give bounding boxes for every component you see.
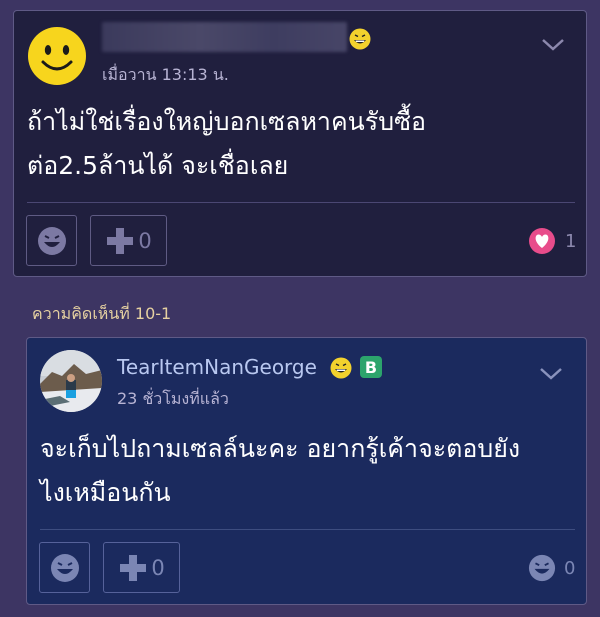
username-redacted <box>102 22 347 52</box>
heart-icon <box>529 228 555 254</box>
smiley-reaction-icon <box>37 226 66 255</box>
chevron-down-icon[interactable] <box>539 366 563 385</box>
comment-card-2: TearItemNanGeorge B 23 ชั่วโมงที่แล้ว จะ… <box>26 337 587 605</box>
smiley-reaction-icon <box>50 553 79 582</box>
emotion-button[interactable] <box>39 542 90 593</box>
emotion-button[interactable] <box>26 215 77 266</box>
plus-one-button[interactable]: 0 <box>90 215 167 266</box>
comment-number-label: ความคิดเห็นที่ 10-1 <box>32 304 172 323</box>
smiley-avatar-icon <box>28 27 86 85</box>
smiley-reaction-icon <box>528 554 556 582</box>
plus-one-button[interactable]: 0 <box>103 542 180 593</box>
chevron-down-icon[interactable] <box>541 37 565 56</box>
divider <box>40 529 575 530</box>
grin-emoji-icon <box>330 357 352 379</box>
comment-text-line-2: ไงเหมือนกัน <box>40 478 171 507</box>
grin-emoji-icon <box>349 28 371 50</box>
heart-count: 1 <box>565 230 577 252</box>
user-badge: B <box>360 356 382 378</box>
divider <box>27 202 575 203</box>
heart-reaction[interactable]: 1 <box>528 227 576 255</box>
post-time: 23 ชั่วโมงที่แล้ว <box>117 389 229 408</box>
comment-text-line-1: จะเก็บไปถามเซลล์นะคะ อยากรู้เค้าจะตอบยัง <box>40 434 521 463</box>
post-time: เมื่อวาน 13:13 น. <box>102 65 229 84</box>
plus-count: 0 <box>151 555 165 580</box>
user-avatar[interactable] <box>40 350 102 412</box>
plus-icon <box>120 554 147 581</box>
plus-icon <box>107 227 134 254</box>
comment-text-line-2: ต่อ2.5ล้านได้ จะเชื่อเลย <box>27 151 289 180</box>
username[interactable]: TearItemNanGeorge <box>117 355 317 379</box>
comment-card-1: เมื่อวาน 13:13 น. ถ้าไม่ใช่เรื่องใหญ่บอก… <box>13 10 587 277</box>
emotion-summary[interactable]: 0 <box>528 554 575 582</box>
comment-text-line-1: ถ้าไม่ใช่เรื่องใหญ่บอกเซลหาคนรับซื้อ <box>27 107 427 136</box>
plus-count: 0 <box>138 228 152 253</box>
photo-avatar-icon <box>40 350 102 412</box>
user-avatar[interactable] <box>27 26 87 86</box>
emotion-count: 0 <box>564 557 576 579</box>
